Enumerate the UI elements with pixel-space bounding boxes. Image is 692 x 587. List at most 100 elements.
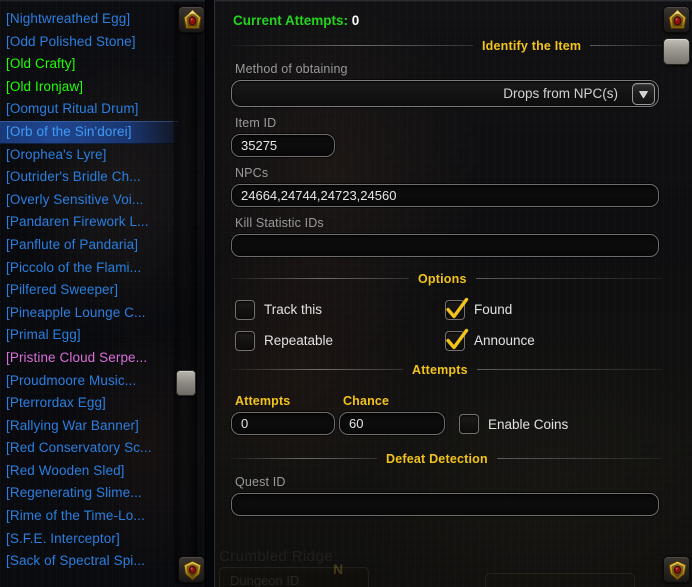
blank-button-icon[interactable] <box>663 38 690 65</box>
scrollbar-thumb-icon[interactable] <box>176 370 196 396</box>
rarity-crest-icon-right-top[interactable] <box>663 6 690 33</box>
list-item[interactable]: [Odd Polished Stone] <box>0 31 178 54</box>
list-item[interactable]: [Pandaren Firework L... <box>0 211 178 234</box>
quest-id-input[interactable] <box>231 493 659 516</box>
current-attempts-value: 0 <box>351 13 360 28</box>
list-item[interactable]: [Rallying War Banner] <box>0 415 178 438</box>
list-item[interactable]: [Nightwreathed Egg] <box>0 8 178 31</box>
repeatable-label: Repeatable <box>264 333 334 348</box>
list-item[interactable]: [S.F.E. Interceptor] <box>0 528 178 551</box>
enable-coins-label: Enable Coins <box>488 416 569 432</box>
list-item[interactable]: [Proudmoore Music... <box>0 370 178 393</box>
panel-top-edge <box>0 0 205 2</box>
npcs-label: NPCs <box>235 166 269 180</box>
attempts-field-group: Attempts 0 <box>231 385 335 435</box>
quest-id-label: Quest ID <box>235 475 286 489</box>
list-item[interactable]: [Regenerating Slime... <box>0 482 178 505</box>
item-id-input[interactable]: 35275 <box>231 134 335 157</box>
attempts-label: Attempts <box>235 394 291 408</box>
chevron-down-icon[interactable] <box>632 83 655 105</box>
section-options: Options <box>231 271 662 286</box>
track-this-checkbox[interactable] <box>235 299 255 320</box>
section-rule-left <box>231 369 403 370</box>
list-item[interactable]: [Pterrordax Egg] <box>0 392 178 415</box>
kill-statistic-ids-input[interactable] <box>231 234 659 257</box>
current-attempts-header: Current Attempts: 0 <box>233 13 662 28</box>
section-rule-right <box>476 369 662 370</box>
chance-value: 60 <box>349 416 364 431</box>
list-item[interactable]: [Orophea's Lyre] <box>0 144 178 167</box>
track-this-checkbox-row[interactable]: Track this <box>231 299 445 320</box>
enable-coins-checkbox[interactable] <box>459 414 479 434</box>
method-of-obtaining-value: Drops from NPC(s) <box>503 86 618 101</box>
rarity-item-editor-window: [Nightwreathed Egg] [Odd Polished Stone][… <box>0 0 692 587</box>
options-row-1: Track this Found <box>231 294 662 325</box>
list-item[interactable]: [Outrider's Bridle Ch... <box>0 166 178 189</box>
item-editor-panel: Crumbled Ridge Dungeon ID N Current Atte… <box>214 0 692 587</box>
list-item[interactable]: [Rime of the Time-Lo... <box>0 505 178 528</box>
chance-input[interactable]: 60 <box>339 412 445 435</box>
enable-coins-checkbox-row[interactable]: Enable Coins <box>459 414 568 435</box>
item-list[interactable]: [Nightwreathed Egg] [Odd Polished Stone][… <box>0 8 178 583</box>
list-item[interactable]: [Sack of Spectral Spi... <box>0 550 178 573</box>
options-grid: Track this Found Repeatable Announce <box>231 294 662 356</box>
chance-field-group: Chance 60 <box>339 385 445 435</box>
item-id-value: 35275 <box>241 138 278 153</box>
npcs-input[interactable]: 24664,24744,24723,24560 <box>231 184 659 207</box>
rarity-crest-icon-left-bottom[interactable] <box>178 556 205 583</box>
list-item[interactable]: [Primal Egg] <box>0 324 178 347</box>
section-rule-right <box>590 45 662 46</box>
section-title-identify: Identify the Item <box>482 38 582 53</box>
list-item[interactable]: [Pilfered Sweeper] <box>0 279 178 302</box>
section-title-defeat-detection: Defeat Detection <box>386 451 488 466</box>
npcs-value: 24664,24744,24723,24560 <box>241 188 397 203</box>
method-of-obtaining-dropdown[interactable]: Drops from NPC(s) <box>231 80 659 107</box>
section-attempts: Attempts <box>231 362 662 377</box>
section-defeat-detection: Defeat Detection <box>231 451 662 466</box>
found-checkbox-row[interactable]: Found <box>445 297 513 320</box>
section-rule-left <box>231 458 377 459</box>
list-item[interactable]: [Panflute of Pandaria] <box>0 234 178 257</box>
list-item[interactable]: [Piccolo of the Flami... <box>0 257 178 280</box>
list-item[interactable]: [Oomgut Ritual Drum] <box>0 98 178 121</box>
announce-label: Announce <box>474 333 535 348</box>
section-title-attempts: Attempts <box>412 362 468 377</box>
list-item[interactable]: [Old Ironjaw] <box>0 76 178 99</box>
list-item[interactable]: [Red Wooden Sled] <box>0 460 178 483</box>
repeatable-checkbox[interactable] <box>235 330 255 351</box>
list-item[interactable]: [Old Crafty] <box>0 53 178 76</box>
attempts-input[interactable]: 0 <box>231 412 335 435</box>
rarity-crest-icon-left-top[interactable] <box>178 6 205 33</box>
section-rule-left <box>231 45 473 46</box>
found-label: Found <box>474 302 513 317</box>
editor-content: Current Attempts: 0 Identify the Item Me… <box>215 0 692 587</box>
attempts-row: Attempts 0 Chance 60 Enable Coins <box>231 385 662 435</box>
current-attempts-label: Current Attempts: <box>233 13 349 28</box>
method-of-obtaining-label: Method of obtaining <box>235 62 348 76</box>
kill-statistic-ids-label: Kill Statistic IDs <box>235 216 324 230</box>
check-icon <box>446 328 469 349</box>
section-title-options: Options <box>418 271 467 286</box>
item-list-scrollbar[interactable] <box>173 4 197 583</box>
list-item[interactable]: [Pineapple Lounge C... <box>0 302 178 325</box>
list-item[interactable]: [Red Conservatory Sc... <box>0 437 178 460</box>
options-row-2: Repeatable Announce <box>231 325 662 356</box>
list-item[interactable]: [Pristine Cloud Serpe... <box>0 347 178 370</box>
announce-checkbox[interactable] <box>445 328 469 351</box>
section-rule-right <box>475 278 662 279</box>
item-list-panel: [Nightwreathed Egg] [Odd Polished Stone][… <box>0 0 206 587</box>
attempts-value: 0 <box>241 416 249 431</box>
item-id-label: Item ID <box>235 116 277 130</box>
section-rule-right <box>496 458 662 459</box>
chance-label: Chance <box>343 394 390 408</box>
rarity-crest-icon-right-bottom[interactable] <box>663 556 690 583</box>
list-item[interactable]: [Orb of the Sin'dorei] <box>0 120 178 144</box>
section-rule-left <box>231 278 409 279</box>
found-checkbox[interactable] <box>445 297 469 320</box>
track-this-label: Track this <box>264 302 323 317</box>
check-icon <box>446 297 469 318</box>
announce-checkbox-row[interactable]: Announce <box>445 328 535 351</box>
repeatable-checkbox-row[interactable]: Repeatable <box>231 330 445 351</box>
list-item[interactable]: [Overly Sensitive Voi... <box>0 189 178 212</box>
section-identify-the-item: Identify the Item <box>231 38 662 53</box>
